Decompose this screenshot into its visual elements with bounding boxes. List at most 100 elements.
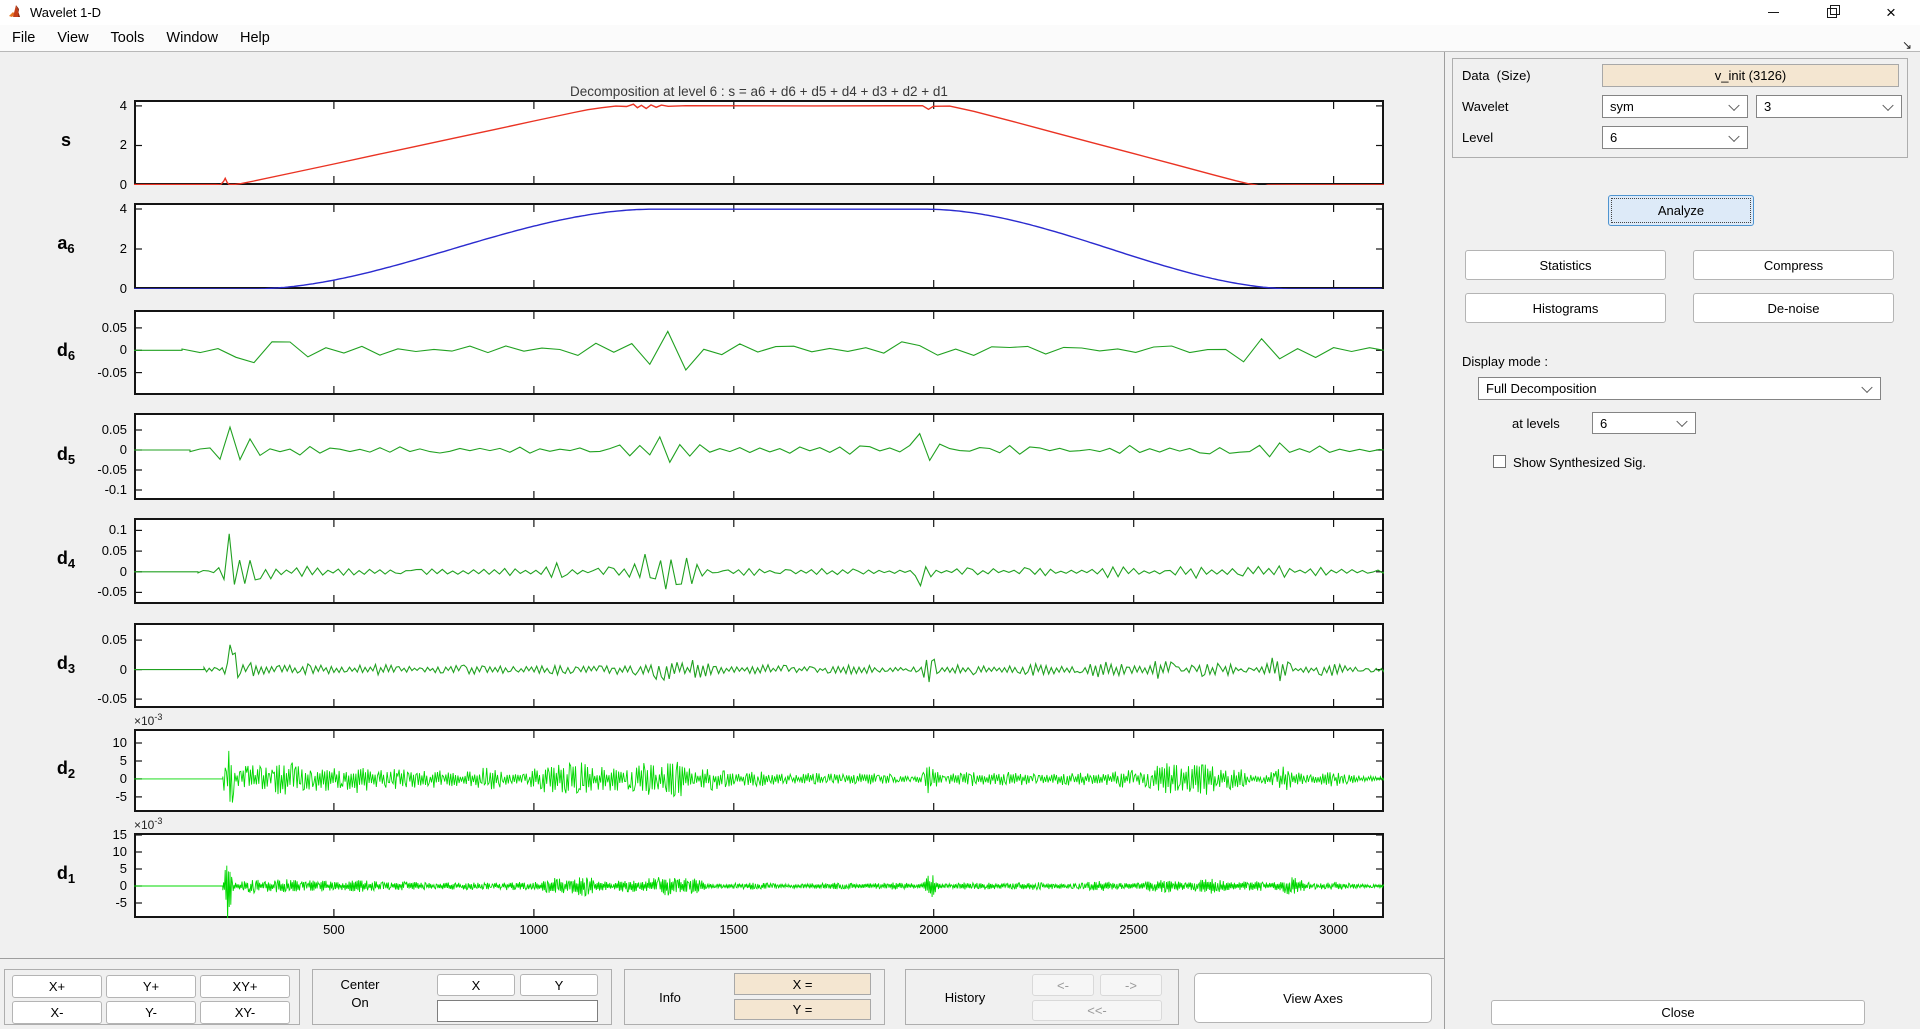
- y-tick-label: 0.05: [72, 543, 127, 559]
- level-label: Level: [1462, 130, 1493, 145]
- y-tick-label: 0.05: [72, 632, 127, 648]
- zoom-xy-plus-button[interactable]: XY+: [200, 975, 290, 998]
- show-synthesized-checkbox[interactable]: [1493, 455, 1506, 468]
- center-label-line2: On: [318, 995, 402, 1010]
- y-tick-label: 4: [72, 98, 127, 114]
- y-tick-label: 0: [72, 662, 127, 678]
- level-dropdown[interactable]: 6: [1602, 126, 1748, 149]
- at-levels-label: at levels: [1512, 416, 1560, 431]
- signal-label-text: d: [57, 340, 68, 360]
- y-tick-label: -5: [72, 895, 127, 911]
- x-tick-label: 2500: [1104, 922, 1164, 938]
- histograms-button[interactable]: Histograms: [1465, 293, 1666, 323]
- zoom-x-minus-button[interactable]: X-: [12, 1001, 102, 1024]
- center-label-line1: Center: [318, 977, 402, 992]
- analyze-button[interactable]: Analyze: [1608, 195, 1754, 226]
- at-levels-value: 6: [1600, 416, 1607, 431]
- chevron-down-icon: [1861, 381, 1872, 392]
- statistics-button[interactable]: Statistics: [1465, 250, 1666, 280]
- display-mode-dropdown[interactable]: Full Decomposition: [1478, 377, 1881, 400]
- axis-multiplier-label: ×10-3: [134, 816, 162, 832]
- info-label: Info: [640, 990, 700, 1005]
- wavelet-family-value: sym: [1610, 99, 1634, 114]
- subplot-d4[interactable]: [134, 518, 1384, 604]
- y-tick-label: 5: [72, 861, 127, 877]
- subplot-d3[interactable]: [134, 623, 1384, 708]
- zoom-xy-minus-button[interactable]: XY-: [200, 1001, 290, 1024]
- y-tick-label: -0.05: [72, 365, 127, 381]
- y-tick-label: 15: [72, 827, 127, 843]
- x-tick-label: 1000: [504, 922, 564, 938]
- history-next-button[interactable]: ->: [1100, 974, 1162, 996]
- y-tick-label: 0: [72, 771, 127, 787]
- x-tick-label: 1500: [704, 922, 764, 938]
- signal-label-text: d: [57, 863, 68, 883]
- y-tick-label: 4: [72, 201, 127, 217]
- wavelet-family-dropdown[interactable]: sym: [1602, 95, 1748, 118]
- denoise-button[interactable]: De-noise: [1693, 293, 1894, 323]
- data-size-value: v_init (3126): [1602, 64, 1899, 87]
- center-value-input[interactable]: [437, 1000, 598, 1022]
- y-tick-label: 2: [72, 137, 127, 153]
- y-tick-label: 0: [72, 177, 127, 193]
- y-tick-label: -0.05: [72, 584, 127, 600]
- zoom-y-minus-button[interactable]: Y-: [106, 1001, 196, 1024]
- compress-button[interactable]: Compress: [1693, 250, 1894, 280]
- signal-label-text: s: [61, 130, 71, 150]
- y-tick-label: 0.05: [72, 422, 127, 438]
- subplot-d6[interactable]: [134, 310, 1384, 395]
- display-mode-label: Display mode :: [1462, 354, 1548, 369]
- show-synthesized-label: Show Synthesized Sig.: [1513, 455, 1646, 470]
- at-levels-dropdown[interactable]: 6: [1592, 412, 1696, 434]
- y-tick-label: 10: [72, 735, 127, 751]
- subplot-d5[interactable]: [134, 413, 1384, 500]
- y-tick-label: -5: [72, 789, 127, 805]
- center-y-button[interactable]: Y: [520, 974, 598, 996]
- chevron-down-icon: [1676, 416, 1687, 427]
- signal-label-text: d: [57, 653, 68, 673]
- history-label: History: [920, 990, 1010, 1005]
- y-tick-label: 0: [72, 878, 127, 894]
- info-x-field: X =: [734, 973, 871, 995]
- signal-label-text: a: [57, 233, 67, 253]
- y-tick-label: 0.1: [72, 522, 127, 538]
- chevron-down-icon: [1728, 130, 1739, 141]
- x-tick-label: 3000: [1304, 922, 1364, 938]
- chevron-down-icon: [1882, 99, 1893, 110]
- subplot-d1[interactable]: [134, 833, 1384, 918]
- data-size-label: Data (Size): [1462, 68, 1531, 83]
- signal-label-text: d: [57, 548, 68, 568]
- view-axes-button[interactable]: View Axes: [1194, 973, 1432, 1023]
- wavelet-number-value: 3: [1764, 99, 1771, 114]
- y-tick-label: 0: [72, 281, 127, 297]
- wavelet-number-dropdown[interactable]: 3: [1756, 95, 1902, 118]
- wavelet-label: Wavelet: [1462, 99, 1508, 114]
- history-prev-button[interactable]: <-: [1032, 974, 1094, 996]
- history-first-button[interactable]: <<-: [1032, 1000, 1162, 1021]
- y-tick-label: 2: [72, 241, 127, 257]
- close-button[interactable]: Close: [1491, 1000, 1865, 1025]
- info-y-field: Y =: [734, 999, 871, 1020]
- level-value: 6: [1610, 130, 1617, 145]
- toolbar-divider: [0, 958, 1444, 959]
- y-tick-label: -0.05: [72, 462, 127, 478]
- zoom-y-plus-button[interactable]: Y+: [106, 975, 196, 998]
- y-tick-label: 0: [72, 564, 127, 580]
- subplot-d2[interactable]: [134, 729, 1384, 812]
- display-mode-value: Full Decomposition: [1486, 381, 1597, 396]
- chevron-down-icon: [1728, 99, 1739, 110]
- signal-label-text: d: [57, 444, 68, 464]
- subplot-s[interactable]: [134, 100, 1384, 185]
- panel-divider: [1444, 52, 1445, 1029]
- center-x-button[interactable]: X: [437, 974, 515, 996]
- y-tick-label: -0.1: [72, 482, 127, 498]
- axis-multiplier-label: ×10-3: [134, 712, 162, 728]
- y-tick-label: 0: [72, 342, 127, 358]
- x-tick-label: 500: [304, 922, 364, 938]
- signal-label-text: d: [57, 758, 68, 778]
- y-tick-label: 5: [72, 753, 127, 769]
- y-tick-label: 10: [72, 844, 127, 860]
- zoom-x-plus-button[interactable]: X+: [12, 975, 102, 998]
- x-tick-label: 2000: [904, 922, 964, 938]
- subplot-a6[interactable]: [134, 203, 1384, 289]
